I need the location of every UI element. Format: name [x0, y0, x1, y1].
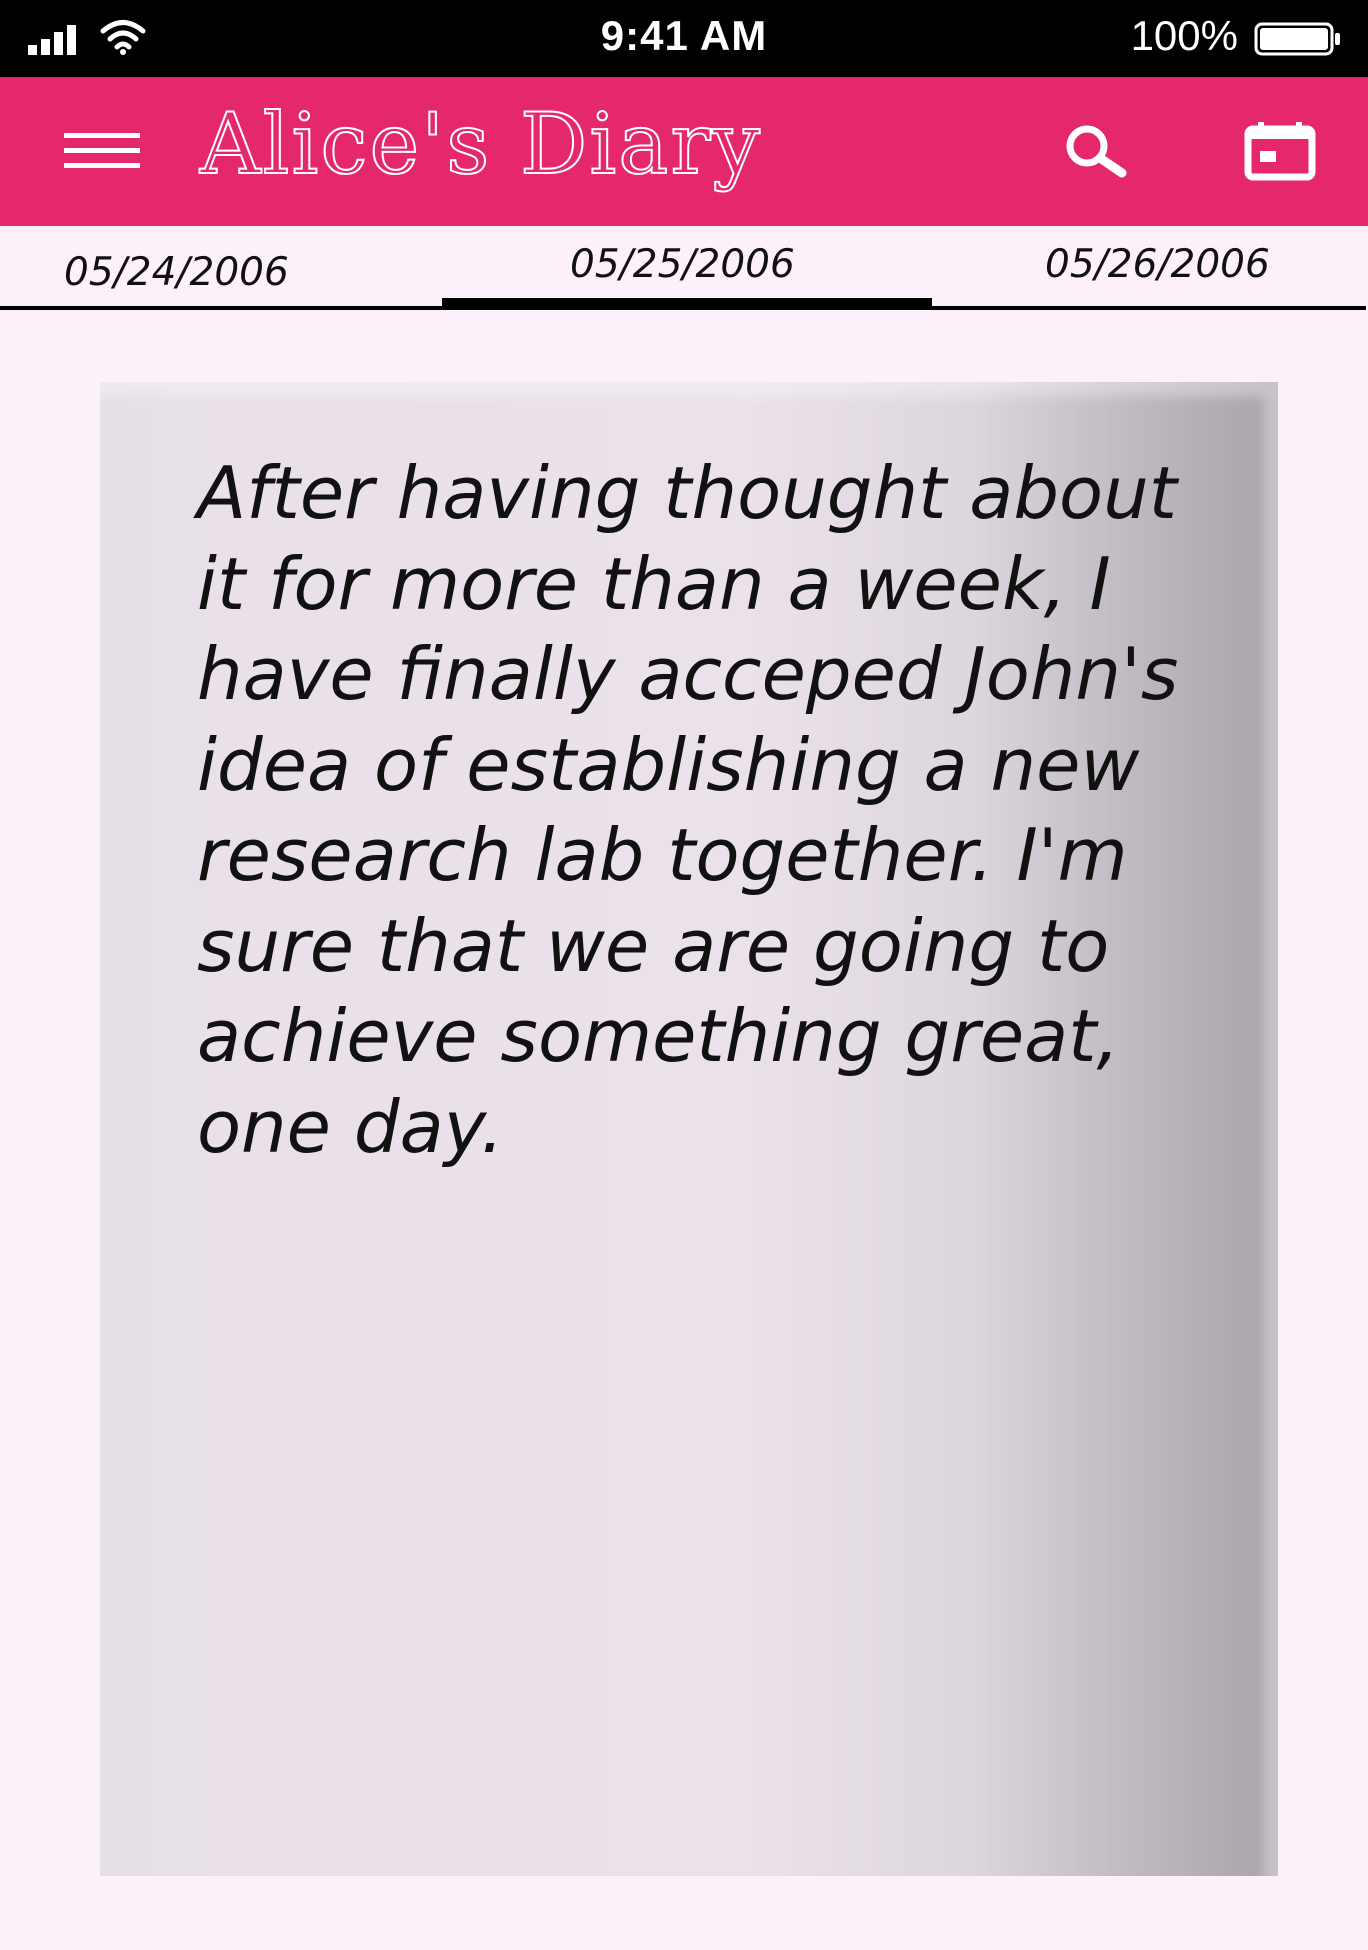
tab-previous-date[interactable]: 05/24/2006 — [64, 250, 289, 295]
status-bar: 9:41 AM 100% — [0, 0, 1368, 77]
tab-next-date[interactable]: 05/26/2006 — [1045, 242, 1270, 287]
search-icon[interactable] — [1062, 123, 1130, 179]
entry-line: achieve something great, — [197, 994, 1120, 1078]
hamburger-menu-icon[interactable] — [64, 133, 140, 169]
battery-full-icon — [1254, 22, 1340, 56]
tab-current-date[interactable]: 05/25/2006 — [570, 242, 795, 287]
selected-tab-indicator — [442, 298, 932, 308]
entry-line: After having thought about — [197, 451, 1177, 535]
diary-screen: 9:41 AM 100% Alice's Diary 05/24/2006 05… — [0, 0, 1368, 1950]
app-bar: Alice's Diary — [0, 77, 1368, 226]
entry-line: idea of establishing a new — [197, 722, 1140, 807]
entry-line: have finally acceped John's — [197, 632, 1179, 716]
battery-percentage: 100% — [1130, 12, 1238, 59]
diary-entry-card: After having thought about it for more t… — [100, 382, 1278, 1876]
date-tabs: 05/24/2006 05/25/2006 05/26/2006 — [0, 226, 1368, 314]
entry-line: one day. — [197, 1084, 504, 1169]
calendar-icon[interactable] — [1244, 121, 1316, 181]
diary-entry-page: After having thought about it for more t… — [100, 396, 1264, 1862]
app-title: Alice's Diary — [199, 94, 762, 194]
entry-line: research lab together. I'm — [197, 813, 1128, 897]
entry-line: it for more than a week, I — [197, 541, 1111, 626]
diary-entry-text[interactable]: After having thought about it for more t… — [197, 448, 1227, 1172]
entry-line: sure that we are going to — [197, 903, 1110, 988]
